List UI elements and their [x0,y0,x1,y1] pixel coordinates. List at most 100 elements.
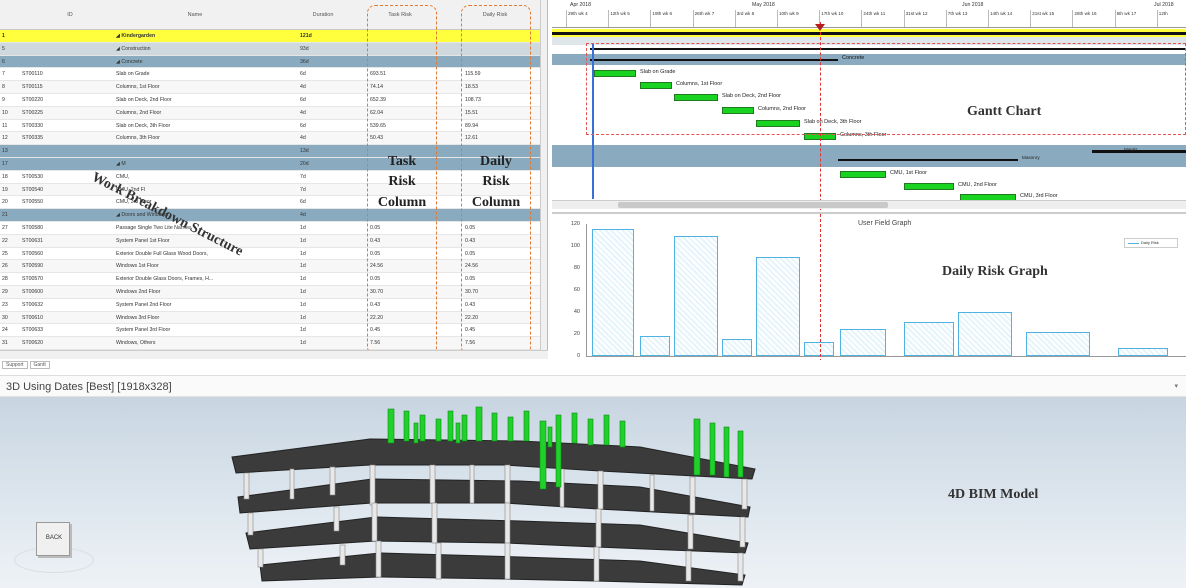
table-row[interactable]: 6 ◢ Concrete 36d [0,55,540,69]
status-date-line [820,214,821,360]
week-label: 19th wk 6 [650,10,672,27]
y-tick-label: 100 [570,243,580,249]
task-name-cell: Windows 3rd Floor [116,314,160,320]
task-bar[interactable] [904,183,954,190]
row-number-cell: 29 [2,289,8,294]
table-row[interactable]: 1 ◢ Kindergarden 121d [0,30,540,43]
grid-horizontal-scrollbar[interactable] [0,350,548,359]
floor-slabs [231,438,756,586]
task-name-cell [116,145,296,153]
week-label: 14th wk 14 [988,10,1012,27]
row-number-cell: 6 [2,58,5,64]
col-header-id[interactable]: ID [40,0,100,30]
task-id-cell: ST00600 [22,289,44,294]
task-duration-cell: 4d [300,212,306,218]
task-id-cell: ST00220 [22,97,44,102]
task-id-cell: ST00633 [22,327,44,333]
bim-3d-viewport[interactable]: BACK 4D BIM Model [0,397,1186,588]
week-label: 5th wk 17 [1114,10,1136,27]
task-duration-cell: 7d [300,173,306,179]
week-label: 7th wk 13 [945,10,967,27]
table-row[interactable]: 26 ST00590 Windows 1st Floor 1d 24.56 24.56 [0,260,540,274]
risk-bar [640,335,670,356]
daily-risk-graph-label: Daily Risk Graph [942,264,1048,279]
col-header-name[interactable]: Name [160,0,230,30]
risk-bar [804,342,834,356]
table-row[interactable]: 5 ◢ Construction 93d [0,42,540,56]
task-name-cell: Columns, 2nd Floor [116,109,162,115]
graph-legend: Daily Risk [1124,238,1178,248]
bar-label: CMU, 3rd Floor [1020,193,1058,199]
task-duration-cell: 4d [300,84,306,90]
task-name-cell: Exterior Double Full Glass Wood Doors, [116,250,208,256]
task-id-cell [22,30,82,38]
task-name-cell: Windows 1st Floor [116,263,159,269]
table-row[interactable]: 31 ST00620 Windows, Others 1d 7.56 7.56 [0,337,540,350]
week-label: 31st wk 12 [903,10,928,27]
table-row[interactable]: 11 ST00330 Slab on Deck, 3th Floor 6d 539.65… [0,120,540,133]
row-number-cell: 12 [2,135,8,141]
table-row[interactable]: 12 ST00335 Columns, 3th Floor 4d 50.43 12.61 [0,132,540,146]
task-duration-cell: 1d [300,250,306,256]
status-date-marker-icon[interactable] [815,24,825,31]
task-id-cell: ST00115 [22,84,43,90]
task-name-cell: ◢ Construction [116,45,151,51]
task-duration-cell: 1d [300,276,306,282]
table-row[interactable]: 30 ST00610 Windows 3rd Floor 1d 22.20 22.20 [0,311,540,325]
grid-vertical-scrollbar[interactable] [540,0,547,350]
task-bar[interactable] [840,171,886,178]
gantt-horizontal-scrollbar[interactable] [552,200,1186,209]
task-duration-cell: 1d [300,289,306,294]
tab-support[interactable]: Support [2,361,28,369]
risk-bar [1026,331,1090,356]
bim-view-title: 3D Using Dates [Best] [1918x328] [6,381,172,393]
col-header-duration[interactable]: Duration [298,0,348,30]
view-cube[interactable]: BACK [36,522,70,556]
table-row[interactable]: 19 ST00540 CMU, 2nd Fl 7d [0,183,540,197]
masonry-summary-bar[interactable] [838,159,1018,161]
task-id-cell: ST00225 [22,109,44,115]
task-risk-column-label: Task Risk Column [377,154,427,210]
table-row[interactable]: 27 ST00580 Passage Single Two Lite Narrow 1… [0,222,540,235]
task-id-cell: ST00620 [22,340,44,346]
task-duration-cell: 121d [300,33,312,38]
task-name-cell: Slab on Grade [116,71,150,77]
task-id-cell: ST00550 [22,199,44,205]
table-row[interactable]: 23 ST00632 System Panel 2nd Floor 1d 0.43 0.4… [0,299,540,312]
risk-bar [958,312,1012,356]
task-duration-cell: 20d [300,161,309,166]
table-row[interactable]: 9 ST00220 Slab on Deck, 2nd Floor 6d 652.39 1… [0,94,540,107]
task-duration-cell: 4d [300,109,306,115]
wbs-grid: ID Name Duration Task Risk Daily Risk 1 ◢… [0,0,548,350]
table-row[interactable]: 29 ST00600 Windows 2nd Floor 1d 30.70 30.70 [0,286,540,299]
task-id-cell: ST00530 [22,173,44,179]
tab-gantt[interactable]: Gantt [29,361,50,369]
risk-bar [756,257,800,356]
table-row[interactable]: 13 13d [0,145,540,158]
row-number-cell: 22 [2,237,8,243]
task-id-cell: ST00540 [22,186,44,192]
chevron-down-icon[interactable]: ▾ [1174,376,1178,398]
table-row[interactable]: 25 ST00560 Exterior Double Full Glass Wood… [0,248,540,261]
bar-label: CMU, 2nd Floor [958,182,997,188]
table-row[interactable]: 21 ◢ Doors and Windows 4d [0,209,540,222]
row-number-cell: 9 [2,97,5,102]
table-row[interactable]: 10 ST00225 Columns, 2nd Floor 4d 62.04 15.51 [0,106,540,120]
table-row[interactable]: 8 ST00115 Columns, 1st Floor 4d 74.14 18.53 [0,81,540,94]
table-row[interactable]: 7 ST00110 Slab on Grade 6d 693.51 115.59 [0,68,540,82]
gantt-chart: Apr 2018 May 2018 Jun 2018 Jul 2018 29th… [552,0,1186,210]
table-row[interactable]: 18 ST00530 CMU, 7d [0,171,540,184]
task-id-cell: ST00610 [22,314,44,320]
row-number-cell: 18 [2,173,8,179]
table-row[interactable]: 28 ST00570 Exterior Double Glass Doors, Fr… [0,273,540,286]
table-row[interactable]: 17 ◢ M 20d [0,158,540,171]
gantt-scroll-thumb[interactable] [618,202,888,208]
task-id-cell: ST00590 [22,263,44,269]
metals-summary-bar[interactable] [1092,150,1186,153]
task-duration-cell: 6d [300,97,306,102]
table-row[interactable]: 24 ST00633 System Panel 3rd Floor 1d 0.45 0.4… [0,324,540,338]
task-id-cell: ST00570 [22,276,44,282]
table-row[interactable]: 20 ST00550 CMU, 3rd Floor 6d [0,196,540,210]
project-summary-bar[interactable] [552,32,1186,35]
table-row[interactable]: 22 ST00631 System Panel 1st Floor 1d 0.43 0.4… [0,234,540,248]
